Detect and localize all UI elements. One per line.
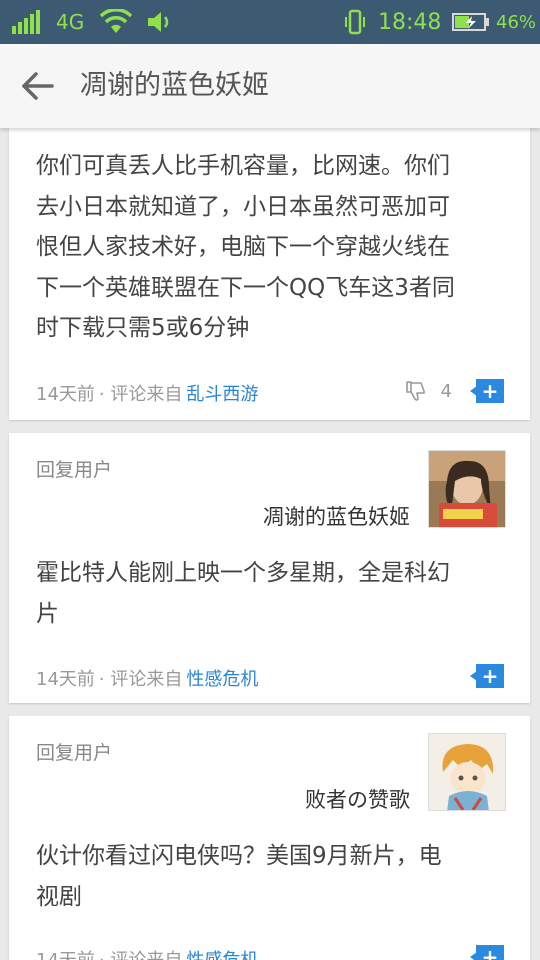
comment-line: 你们可真丢人比手机容量，比网速。你们: [36, 153, 450, 179]
comment-time: 14天前: [36, 384, 95, 405]
comment-line: 恨但人家技术好，电脑下一个穿越火线在: [36, 234, 450, 260]
avatar[interactable]: [428, 733, 506, 811]
comment-text: 你们可真丢人比手机容量，比网速。你们 去小日本就知道了，小日本虽然可恶加可 恨但…: [36, 146, 511, 349]
reply-label: 回复用户: [36, 742, 113, 764]
comment-time: 14天前: [36, 669, 95, 690]
clock: 18:48: [378, 9, 442, 35]
vibrate-icon: [342, 0, 368, 44]
comment-meta: 14天前 · 评论来自 性感危机: [36, 665, 258, 691]
comment-card: 你们可真丢人比手机容量，比网速。你们 去小日本就知道了，小日本虽然可恶加可 恨但…: [9, 128, 530, 420]
comment-source-prefix: · 评论来自: [98, 384, 183, 405]
reply-plus-button[interactable]: +: [470, 945, 504, 960]
status-bar: 4G 18:48 46%: [0, 0, 540, 44]
network-type: 4G: [56, 10, 85, 34]
like-count: 4: [440, 380, 452, 402]
comment-time: 14天前: [36, 946, 95, 960]
wifi-icon: [100, 0, 132, 44]
back-arrow-icon[interactable]: [20, 70, 56, 102]
page-title: 凋谢的蓝色妖姬: [80, 70, 269, 101]
comment-text: 霍比特人能刚上映一个多星期，全是科幻 片: [36, 553, 511, 634]
app-bar: 凋谢的蓝色妖姬: [0, 44, 540, 128]
plus-icon: +: [476, 379, 504, 403]
comment-text: 伙计你看过闪电侠吗？美国9月新片，电 视剧: [36, 836, 511, 917]
comment-meta: 14天前 · 评论来自 乱斗西游: [36, 380, 258, 406]
comment-line: 时下载只需5或6分钟: [36, 315, 250, 341]
volume-icon: [146, 0, 174, 44]
comment-line: 片: [36, 600, 59, 627]
thumbs-down-icon: [405, 380, 427, 402]
comment-meta: 14天前 · 评论来自 性感危机: [36, 946, 258, 960]
comment-line: 霍比特人能刚上映一个多星期，全是科幻: [36, 560, 450, 586]
reply-username[interactable]: 败者の赞歌: [305, 784, 410, 814]
comment-source-link[interactable]: 性感危机: [186, 665, 258, 691]
comment-card: 回复用户 败者の赞歌 伙计你看过闪电侠吗？美国9月新片，电 视剧 14天前 · …: [9, 716, 530, 960]
comment-card: 回复用户 凋谢的蓝色妖姬 霍比特人能刚上映一个多星期，全是科幻 片 14天前 ·…: [9, 433, 530, 703]
avatar[interactable]: [428, 450, 506, 528]
comment-line: 视剧: [36, 883, 82, 910]
signal-icon: [12, 0, 42, 44]
reply-username[interactable]: 凋谢的蓝色妖姬: [263, 501, 410, 531]
dislike-button[interactable]: 4: [405, 380, 452, 402]
comment-source-prefix: · 评论来自: [99, 946, 182, 960]
battery-icon: [452, 0, 490, 44]
comment-source-link[interactable]: 乱斗西游: [186, 380, 258, 406]
reply-label: 回复用户: [36, 459, 113, 481]
plus-icon: +: [476, 945, 504, 960]
plus-icon: +: [476, 664, 504, 688]
reply-plus-button[interactable]: +: [470, 379, 504, 403]
reply-plus-button[interactable]: +: [470, 664, 504, 688]
comment-source-link[interactable]: 性感危机: [186, 946, 258, 960]
comment-line: 下一个英雄联盟在下一个QQ飞车这3者同: [36, 274, 455, 301]
comment-source-prefix: · 评论来自: [98, 669, 183, 690]
comment-line: 去小日本就知道了，小日本虽然可恶加可: [36, 193, 450, 220]
comment-line: 伙计你看过闪电侠吗？美国9月新片，电: [36, 843, 442, 869]
battery-level: 46%: [496, 11, 537, 33]
